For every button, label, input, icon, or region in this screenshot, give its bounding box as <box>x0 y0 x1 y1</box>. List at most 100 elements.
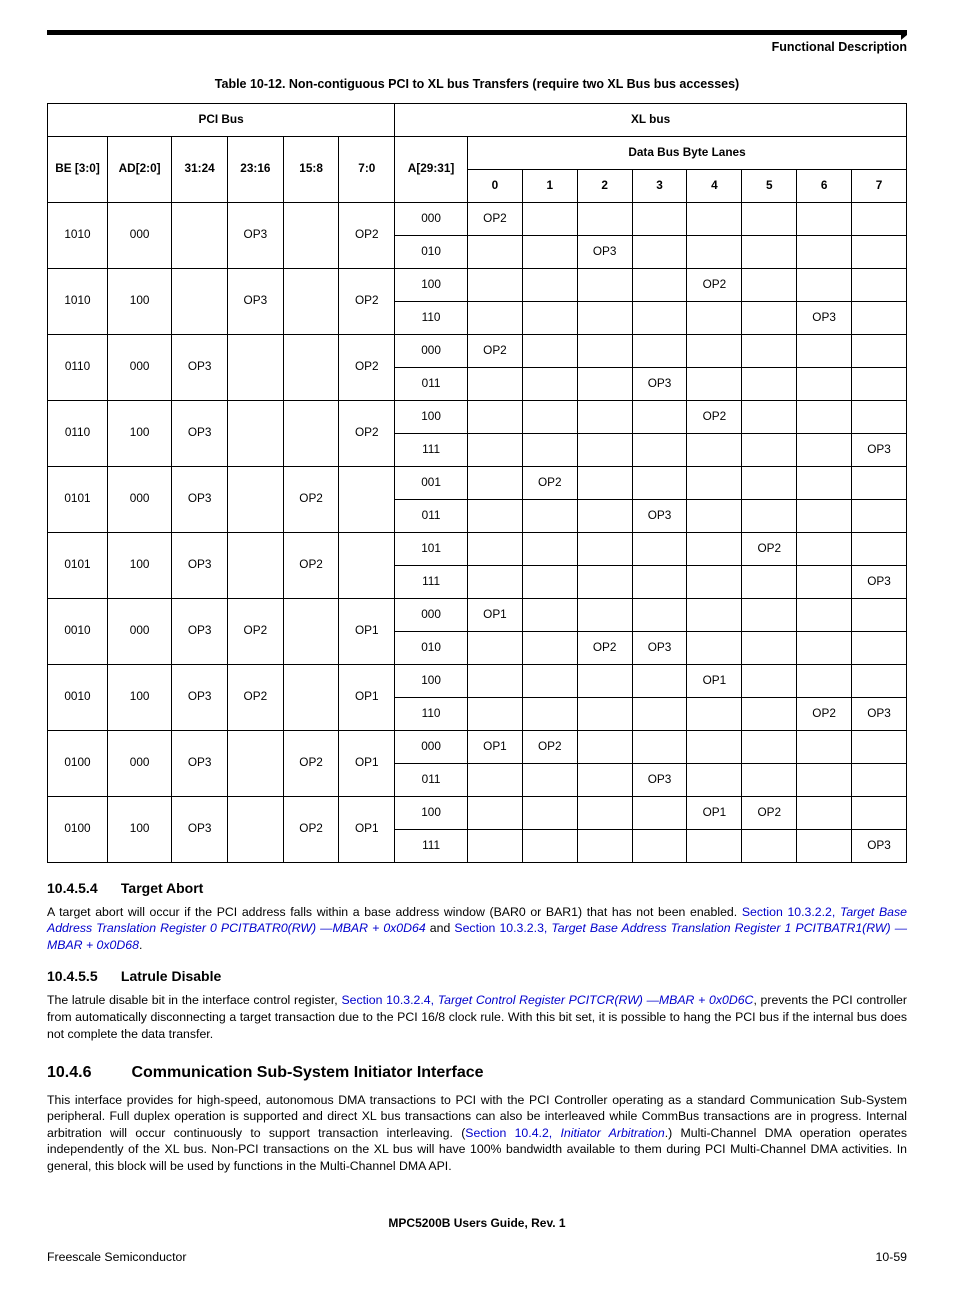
table-cell: OP1 <box>687 796 742 829</box>
table-cell: 000 <box>108 730 172 796</box>
table-row: 0110100OP3OP2100OP2 <box>48 400 907 433</box>
table-cell <box>522 235 577 268</box>
table-cell: OP2 <box>339 268 395 334</box>
table-cell: 1010 <box>48 202 108 268</box>
col-a29-31: A[29:31] <box>395 136 468 202</box>
table-cell <box>797 334 852 367</box>
table-cell: OP1 <box>339 664 395 730</box>
table-cell <box>522 367 577 400</box>
table-cell: 0010 <box>48 598 108 664</box>
table-cell <box>522 664 577 697</box>
table-cell <box>632 235 687 268</box>
footer-page-number: 10-59 <box>876 1249 907 1266</box>
col-lane-2: 2 <box>577 169 632 202</box>
table-row: 1010100OP3OP2100OP2 <box>48 268 907 301</box>
table-cell: OP2 <box>742 796 797 829</box>
table-cell <box>852 235 907 268</box>
table-cell <box>797 400 852 433</box>
table-cell <box>852 499 907 532</box>
table-cell <box>577 367 632 400</box>
paragraph: This interface provides for high-speed, … <box>47 1092 907 1175</box>
table-cell <box>468 697 523 730</box>
xref-link[interactable]: Section 10.3.2.4, <box>341 993 437 1007</box>
table-cell: 0101 <box>48 532 108 598</box>
table-cell <box>797 763 852 796</box>
table-cell <box>852 301 907 334</box>
xref-link[interactable]: Target Control Register PCITCR(RW) —MBAR… <box>438 993 754 1007</box>
table-cell <box>468 433 523 466</box>
table-cell: 100 <box>108 664 172 730</box>
table-cell <box>687 631 742 664</box>
table-cell <box>797 796 852 829</box>
table-cell <box>468 301 523 334</box>
table-cell <box>632 301 687 334</box>
table-cell <box>283 598 339 664</box>
table-cell <box>468 235 523 268</box>
table-cell: 100 <box>108 400 172 466</box>
paragraph: A target abort will occur if the PCI add… <box>47 904 907 954</box>
table-cell: 0010 <box>48 664 108 730</box>
table-cell <box>577 400 632 433</box>
table-cell <box>577 730 632 763</box>
table-cell <box>742 301 797 334</box>
table-cell: OP3 <box>172 400 228 466</box>
table-cell <box>468 565 523 598</box>
table-cell <box>228 400 284 466</box>
table-cell <box>468 763 523 796</box>
table-cell <box>852 763 907 796</box>
table-row: 0010000OP3OP2OP1000OP1 <box>48 598 907 631</box>
table-cell <box>742 565 797 598</box>
table-cell: OP3 <box>172 598 228 664</box>
table-cell <box>742 400 797 433</box>
table-cell: OP2 <box>742 532 797 565</box>
table-cell <box>522 202 577 235</box>
table-cell: 000 <box>108 334 172 400</box>
section-number: 10.4.6 <box>47 1062 127 1084</box>
table-cell: 011 <box>395 499 468 532</box>
table-cell: 0100 <box>48 796 108 862</box>
table-cell: 000 <box>108 466 172 532</box>
table-cell: 000 <box>108 202 172 268</box>
col-lane-4: 4 <box>687 169 742 202</box>
col-lane-6: 6 <box>797 169 852 202</box>
table-cell <box>283 202 339 268</box>
table-cell <box>632 796 687 829</box>
paragraph: The latrule disable bit in the interface… <box>47 992 907 1042</box>
table-cell <box>687 499 742 532</box>
header-rule <box>47 30 907 35</box>
table-cell <box>797 664 852 697</box>
table-cell: OP1 <box>687 664 742 697</box>
table-cell: OP3 <box>228 268 284 334</box>
table-cell <box>852 202 907 235</box>
xref-link[interactable]: Initiator Arbitration <box>561 1126 665 1140</box>
table-cell: OP3 <box>852 697 907 730</box>
xref-link[interactable]: Section 10.3.2.2, <box>742 905 840 919</box>
table-cell <box>687 532 742 565</box>
col-lane-7: 7 <box>852 169 907 202</box>
table-cell <box>172 202 228 268</box>
table-cell <box>468 400 523 433</box>
table-cell <box>632 730 687 763</box>
table-cell <box>577 301 632 334</box>
table-cell: OP3 <box>632 631 687 664</box>
table-cell: OP1 <box>468 598 523 631</box>
table-cell <box>687 202 742 235</box>
col-lane-3: 3 <box>632 169 687 202</box>
table-cell: 0100 <box>48 730 108 796</box>
table-cell <box>577 664 632 697</box>
table-cell <box>742 433 797 466</box>
table-row: 0100000OP3OP2OP1000OP1OP2 <box>48 730 907 763</box>
table-cell <box>468 796 523 829</box>
table-cell: OP3 <box>172 796 228 862</box>
xref-link[interactable]: Section 10.4.2, <box>465 1126 560 1140</box>
table-cell: OP2 <box>577 631 632 664</box>
table-cell <box>687 598 742 631</box>
table-cell: 100 <box>108 268 172 334</box>
table-cell <box>687 763 742 796</box>
table-cell <box>742 631 797 664</box>
table-cell: OP3 <box>852 829 907 862</box>
table-cell: OP2 <box>339 400 395 466</box>
table-cell <box>742 829 797 862</box>
xref-link[interactable]: Section 10.3.2.3, <box>454 921 551 935</box>
table-cell <box>577 829 632 862</box>
